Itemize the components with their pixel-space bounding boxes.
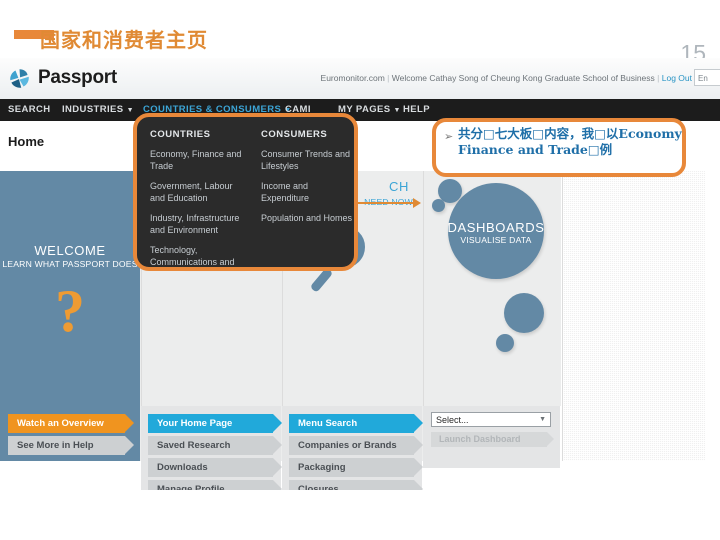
annotation-callout: ➢ 共分□七大板□内容，我□以Economy Finance and Trade… (432, 118, 686, 177)
annotation-arrow-head-icon (413, 198, 421, 208)
packaging-button[interactable]: Packaging (289, 458, 423, 477)
dropdown-heading-consumers: CONSUMERS (261, 129, 328, 140)
countries-consumers-dropdown[interactable]: COUNTRIES Economy, Finance and Trade Gov… (133, 113, 358, 271)
tile-welcome[interactable]: WELCOME LEARN WHAT PASSPORT DOES ? (0, 171, 140, 406)
home-link-stack: Your Home Page Saved Research Downloads … (148, 414, 282, 490)
search-link-stack: Menu Search Companies or Brands Packagin… (289, 414, 423, 490)
companies-or-brands-button[interactable]: Companies or Brands (289, 436, 423, 455)
question-mark-icon: ? (55, 278, 85, 344)
magnifier-handle-icon (309, 267, 334, 293)
dropdown-heading-countries: COUNTRIES (150, 129, 211, 140)
saved-research-button[interactable]: Saved Research (148, 436, 282, 455)
nav-item-industries[interactable]: INDUSTRIES ▼ (62, 104, 134, 115)
nav-item-search[interactable]: SEARCH (8, 104, 51, 115)
launch-dashboard-button[interactable]: Launch Dashboard (431, 432, 554, 447)
tile-welcome-heading: WELCOME (34, 243, 106, 258)
tile-dashboards[interactable]: DASHBOARDS VISUALISE DATA (423, 171, 561, 406)
site-name[interactable]: Euromonitor.com (321, 73, 385, 83)
account-bar: Euromonitor.com | Welcome Cathay Song of… (321, 73, 692, 83)
page-title: 国家和消费者主页 (40, 28, 208, 52)
annotation-arrow-line (358, 202, 415, 204)
welcome-text: Welcome Cathay Song of Cheung Kong Gradu… (391, 73, 655, 83)
nav-label: SEARCH (8, 104, 51, 115)
dropdown-link-income-expenditure[interactable]: Income and Expenditure (261, 180, 354, 204)
bubble-icon-2 (432, 199, 445, 212)
dropdown-link-economy-finance-trade[interactable]: Economy, Finance and Trade (150, 148, 245, 172)
app-logo-text: Passport (38, 67, 117, 88)
separator-2: | (657, 73, 660, 83)
breadcrumb[interactable]: Home (8, 134, 44, 149)
dropdown-link-government-labour-education[interactable]: Government, Labour and Education (150, 180, 245, 204)
nav-item-help[interactable]: HELP (403, 104, 430, 115)
separator-1: | (387, 73, 390, 83)
manage-profile-button[interactable]: Manage Profile (148, 480, 282, 490)
passport-logo-icon (10, 69, 29, 88)
tile-dashboards-subheading: VISUALISE DATA (460, 235, 532, 245)
tile-dashboards-heading: DASHBOARDS (447, 220, 545, 235)
header-search-input[interactable]: En (694, 69, 720, 86)
see-more-in-help-button[interactable]: See More in Help (8, 436, 134, 455)
bubble-icon-3 (504, 293, 544, 333)
dropdown-link-industry-infrastructure-environment[interactable]: Industry, Infrastructure and Environment (150, 212, 245, 236)
watch-an-overview-button[interactable]: Watch an Overview (8, 414, 134, 433)
dashboards-controls-panel: Select... ▼ Launch Dashboard (423, 406, 560, 468)
dropdown-link-consumer-trends-lifestyles[interactable]: Consumer Trends and Lifestyles (261, 148, 354, 172)
annotation-callout-text: 共分□七大板□内容，我□以Economy Finance and Trade□例 (458, 126, 682, 157)
chevron-down-icon: ▼ (393, 107, 401, 114)
your-home-page-button[interactable]: Your Home Page (148, 414, 282, 433)
welcome-link-stack: Watch an Overview See More in Help (8, 414, 134, 458)
dropdown-column-countries: COUNTRIES Economy, Finance and Trade Gov… (150, 129, 245, 267)
dropdown-link-population-homes[interactable]: Population and Homes (261, 212, 354, 224)
right-texture-panel (562, 171, 705, 461)
tile-welcome-subheading: LEARN WHAT PASSPORT DOES (2, 259, 138, 269)
bubble-icon-4 (496, 334, 514, 352)
logout-link[interactable]: Log Out (662, 73, 692, 83)
app-header: Passport Euromonitor.com | Welcome Catha… (0, 58, 720, 100)
nav-label: HELP (403, 104, 430, 115)
bullet-arrow-icon: ➢ (444, 131, 454, 143)
nav-label: INDUSTRIES (62, 104, 124, 115)
dropdown-link-technology-communications-media[interactable]: Technology, Communications and Media (150, 244, 245, 267)
chevron-down-icon: ▼ (539, 416, 546, 423)
menu-search-button[interactable]: Menu Search (289, 414, 423, 433)
dropdown-column-consumers: CONSUMERS Consumer Trends and Lifestyles… (261, 129, 354, 232)
passport-screenshot: Passport Euromonitor.com | Welcome Catha… (0, 58, 720, 490)
dashboard-select[interactable]: Select... ▼ (431, 412, 551, 427)
closures-button[interactable]: Closures (289, 480, 423, 490)
downloads-button[interactable]: Downloads (148, 458, 282, 477)
dashboard-select-value: Select... (436, 415, 469, 425)
chevron-down-icon: ▼ (126, 107, 134, 114)
